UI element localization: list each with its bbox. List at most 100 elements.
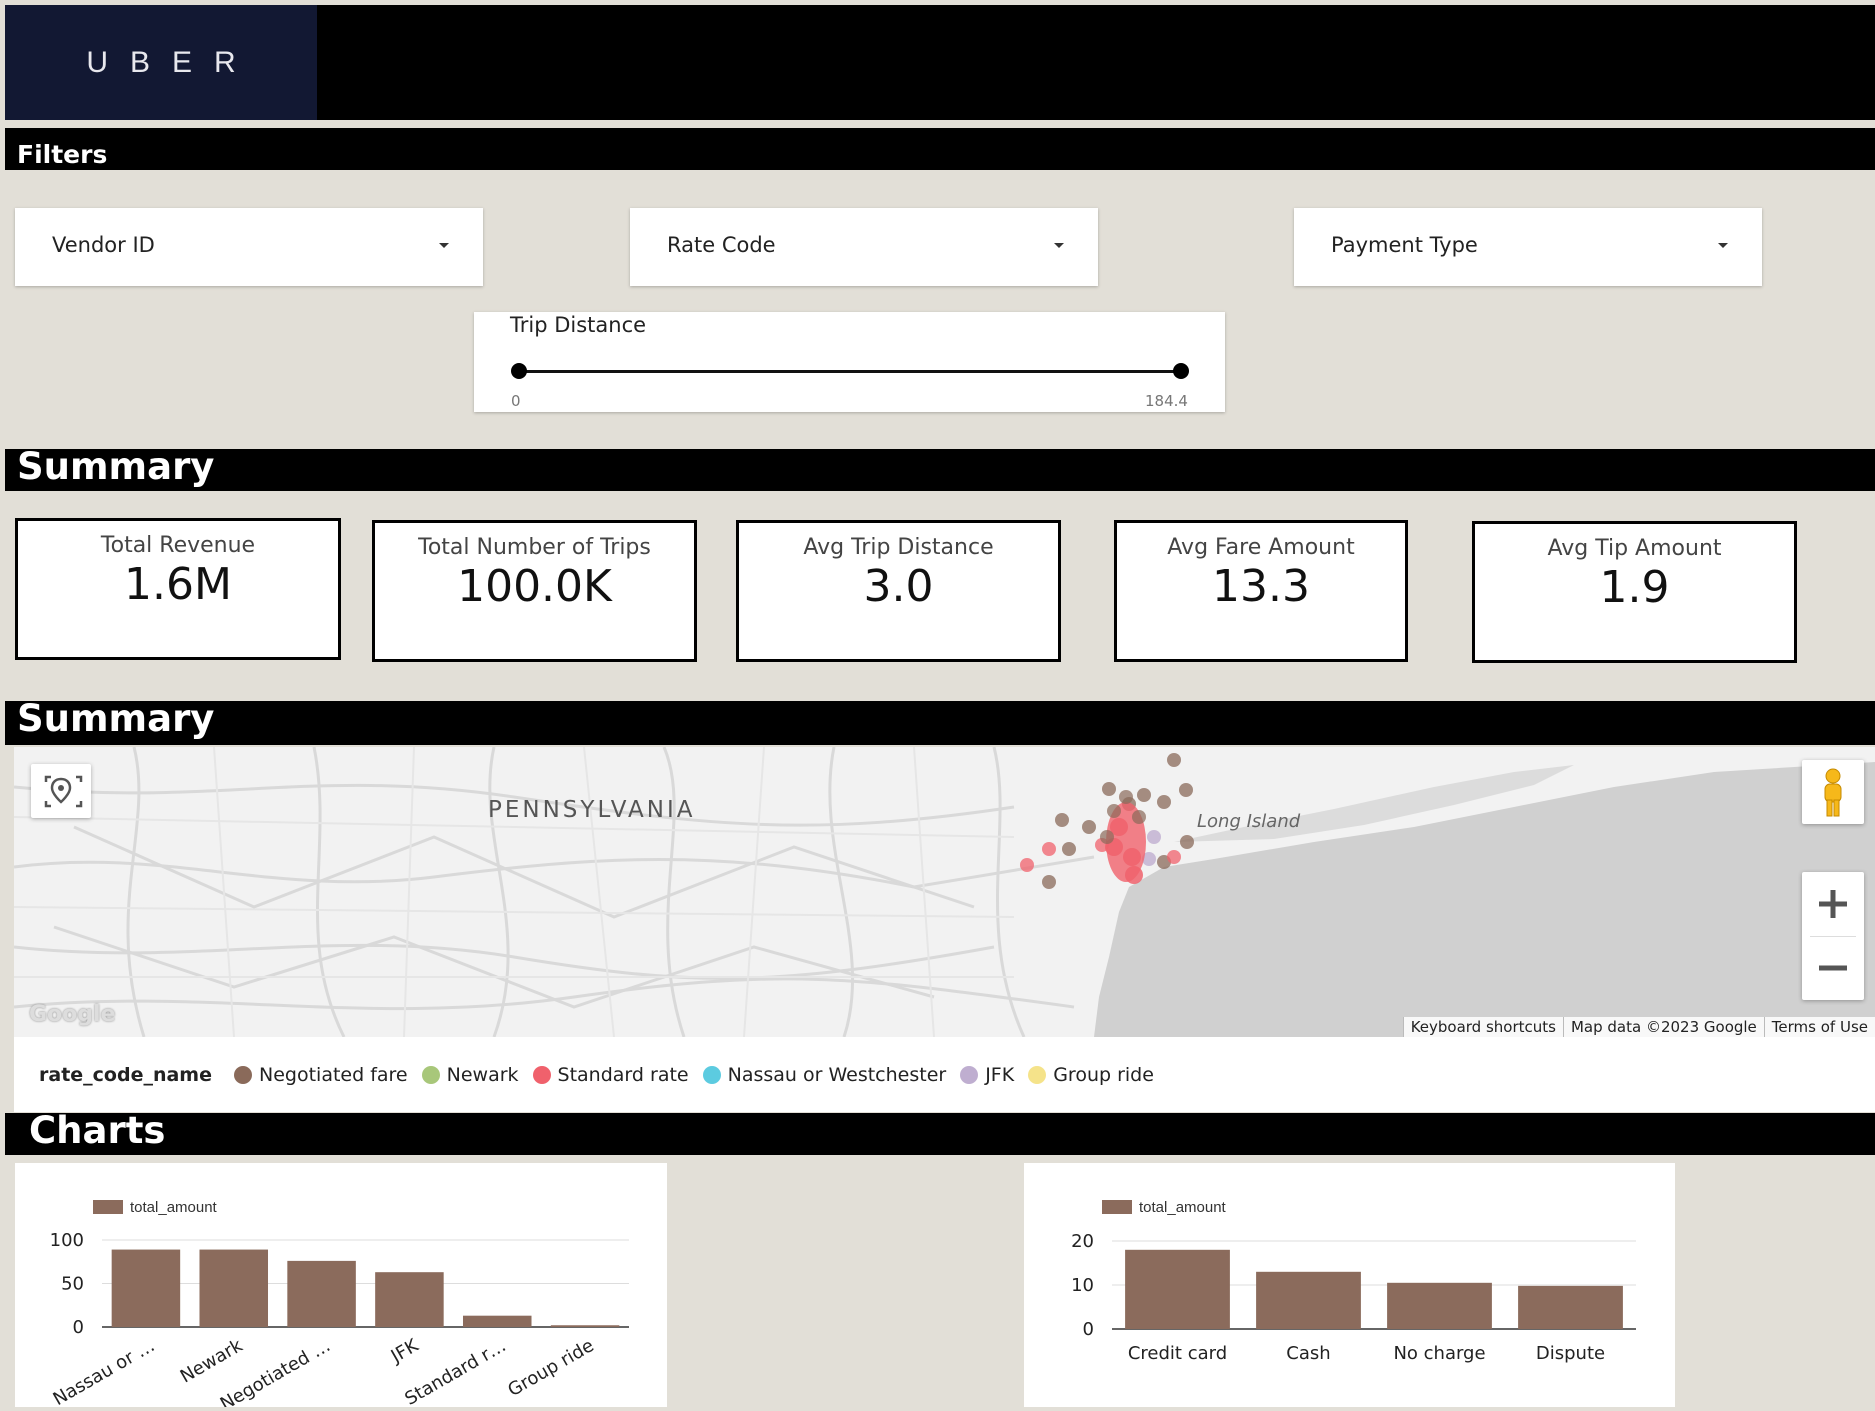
x-tick-label: Newark: [177, 1335, 247, 1388]
x-tick-label: JFK: [387, 1335, 423, 1368]
kpi-avg-fare-amount: Avg Fare Amount 13.3: [1114, 520, 1408, 662]
legend-label: Newark: [446, 1064, 519, 1086]
legend-label: total_amount: [130, 1199, 218, 1216]
map-region-label: PENNSYLVANIA: [488, 797, 696, 823]
kpi-label: Avg Trip Distance: [803, 535, 994, 560]
rate-code-dropdown[interactable]: Rate Code: [630, 208, 1098, 286]
bar[interactable]: [199, 1249, 269, 1327]
slider-min-value: 0: [511, 392, 521, 410]
section-title: Charts: [29, 1109, 166, 1152]
geolocate-icon[interactable]: [31, 764, 91, 818]
bar[interactable]: [1518, 1285, 1623, 1329]
legend-label: JFK: [985, 1064, 1015, 1086]
bar[interactable]: [1387, 1282, 1492, 1329]
section-filters: Filters: [5, 128, 1875, 170]
legend-item[interactable]: Negotiated fare: [234, 1064, 408, 1086]
x-tick-label: No charge: [1393, 1343, 1485, 1364]
section-title: Filters: [17, 140, 108, 169]
kpi-avg-trip-distance: Avg Trip Distance 3.0: [736, 520, 1061, 662]
legend-dot: [234, 1066, 252, 1084]
chart-payment-type-card: total_amount 0 10 20 Credit card Cash No charg…: [1024, 1163, 1675, 1407]
kpi-value: 100.0K: [457, 561, 612, 612]
bar[interactable]: [1125, 1249, 1230, 1329]
logo-text: UBER: [86, 45, 258, 79]
slider-min-handle[interactable]: [511, 363, 527, 379]
y-tick-label: 100: [50, 1230, 84, 1251]
payment-type-dropdown[interactable]: Payment Type: [1294, 208, 1762, 286]
dropdown-label: Vendor ID: [52, 233, 155, 257]
ocean-area: [1094, 762, 1875, 1037]
section-charts: Charts: [5, 1109, 1875, 1155]
x-tick-label: Credit card: [1128, 1343, 1227, 1364]
legend-dot: [702, 1066, 721, 1084]
slider-max-handle[interactable]: [1173, 363, 1189, 379]
section-title: Summary: [17, 697, 215, 740]
x-tick-label: Group ride: [504, 1335, 597, 1401]
legend-item[interactable]: JFK: [960, 1064, 1014, 1086]
caret-down-icon: [1054, 243, 1064, 248]
section-summary-kpi: Summary: [5, 445, 1875, 491]
dropdown-label: Rate Code: [667, 233, 776, 257]
x-tick-label: Nassau or …: [50, 1335, 159, 1407]
kpi-label: Avg Tip Amount: [1547, 536, 1722, 561]
y-tick-label: 0: [1083, 1319, 1094, 1340]
section-title: Summary: [17, 445, 215, 488]
kpi-total-revenue: Total Revenue 1.6M: [15, 518, 341, 660]
zoom-in-icon[interactable]: [1802, 872, 1864, 936]
trip-distance-slider: Trip Distance 0 184.4: [474, 312, 1225, 412]
legend-swatch: [93, 1200, 123, 1214]
x-tick-label: Cash: [1286, 1343, 1330, 1364]
kpi-total-trips: Total Number of Trips 100.0K: [372, 520, 697, 662]
bar[interactable]: [1256, 1271, 1361, 1329]
bar-chart-rate-code: total_amount050100Nassau or … NewarkNegot…: [50, 1199, 629, 1411]
legend-label: Group ride: [1053, 1064, 1154, 1086]
legend-item[interactable]: Group ride: [1028, 1064, 1154, 1086]
trip-map[interactable]: PENNSYLVANIA Long Island Google Keyboard…: [14, 747, 1875, 1037]
kpi-value: 13.3: [1212, 561, 1310, 612]
bar[interactable]: [111, 1249, 181, 1327]
kpi-value: 3.0: [863, 561, 934, 612]
legend-dot: [960, 1066, 979, 1084]
legend-label: Standard rate: [557, 1064, 689, 1086]
kpi-value: 1.9: [1599, 562, 1670, 613]
zoom-control: [1802, 872, 1864, 1000]
kpi-label: Avg Fare Amount: [1167, 535, 1355, 560]
slider-max-value: 184.4: [1145, 392, 1188, 410]
caret-down-icon: [1718, 243, 1728, 248]
legend-title: rate_code_name: [39, 1064, 212, 1086]
legend-label: total_amount: [1139, 1199, 1227, 1216]
pegman-icon[interactable]: [1802, 760, 1864, 824]
minor-roads: [14, 747, 1015, 1037]
legend-label: Nassau or Westchester: [727, 1064, 947, 1086]
y-tick-label: 0: [73, 1317, 84, 1338]
map-place-label: Long Island: [1197, 811, 1301, 832]
bar-chart-payment-type: total_amount 0 10 20 Credit card Cash No charg…: [1071, 1199, 1636, 1364]
keyboard-shortcuts-link[interactable]: Keyboard shortcuts: [1402, 1017, 1563, 1037]
zoom-out-icon[interactable]: [1802, 936, 1864, 1000]
legend-item[interactable]: Nassau or Westchester: [702, 1064, 947, 1086]
x-tick-label: Dispute: [1536, 1343, 1605, 1364]
legend-label: Negotiated fare: [259, 1064, 408, 1086]
bar[interactable]: [550, 1325, 620, 1327]
caret-down-icon: [439, 243, 449, 248]
uber-logo: UBER: [5, 5, 317, 120]
vendor-id-dropdown[interactable]: Vendor ID: [15, 208, 483, 286]
kpi-label: Total Revenue: [100, 533, 256, 558]
bar[interactable]: [375, 1272, 444, 1327]
legend-dot: [532, 1066, 551, 1084]
legend-item[interactable]: Newark: [421, 1064, 519, 1086]
chart-rate-code-card: total_amount 0 50 100 Nassau or … Newark Negot…: [15, 1163, 667, 1411]
kpi-value: 1.6M: [124, 559, 232, 610]
kpi-label: Total Number of Trips: [418, 535, 651, 560]
terms-of-use-link[interactable]: Terms of Use: [1763, 1017, 1875, 1037]
bar[interactable]: [462, 1315, 532, 1327]
slider-title: Trip Distance: [510, 313, 647, 337]
y-tick-label: 10: [1071, 1275, 1094, 1296]
y-tick-label: 50: [61, 1274, 84, 1295]
bar[interactable]: [287, 1260, 356, 1327]
slider-track[interactable]: [518, 370, 1181, 373]
map-canvas: [14, 747, 1875, 1037]
y-tick-label: 20: [1071, 1231, 1094, 1252]
legend-dot: [421, 1066, 440, 1084]
legend-item[interactable]: Standard rate: [532, 1064, 689, 1086]
